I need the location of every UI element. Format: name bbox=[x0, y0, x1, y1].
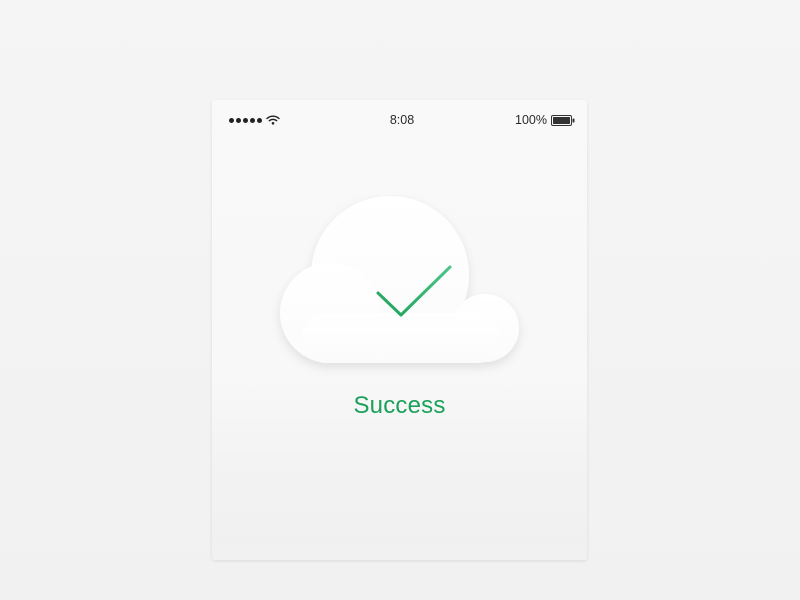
phone-screen: 8:08 100% Success bbox=[212, 100, 587, 560]
status-bar: 8:08 100% bbox=[212, 100, 587, 140]
wifi-icon bbox=[266, 115, 280, 125]
status-right: 100% bbox=[460, 113, 575, 127]
screen-backdrop: 8:08 100% Success bbox=[0, 0, 800, 600]
status-left bbox=[229, 115, 344, 125]
battery-percent: 100% bbox=[515, 113, 547, 127]
signal-dots-icon bbox=[229, 117, 262, 123]
cloud-illustration bbox=[272, 195, 532, 380]
success-message: Success bbox=[353, 392, 446, 419]
status-time: 8:08 bbox=[389, 113, 415, 127]
cloud-checkmark-icon bbox=[280, 196, 519, 363]
battery-full-icon bbox=[550, 114, 575, 126]
